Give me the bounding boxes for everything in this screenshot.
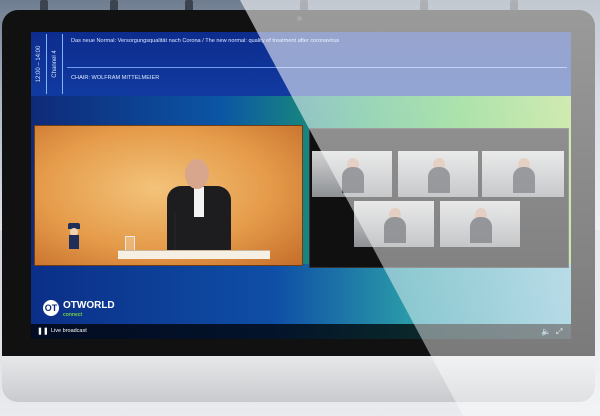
participant-tile	[398, 151, 478, 197]
mascot-figurine	[68, 223, 80, 249]
logo-mark: OT	[43, 300, 59, 316]
microphone	[174, 212, 176, 252]
volume-icon[interactable]: 🔈	[541, 326, 551, 337]
monitor-chin	[2, 356, 595, 402]
lectern	[118, 250, 270, 259]
channel-label: Channel 4	[52, 50, 58, 78]
stream-screen: 12:00 – 14:00 Channel 4 Das neue Normal:…	[31, 32, 571, 339]
monitor-bezel: 12:00 – 14:00 Channel 4 Das neue Normal:…	[2, 10, 595, 356]
chair-label: CHAIR: WOLFRAM MITTELMEIER	[71, 75, 160, 81]
header-divider	[67, 67, 567, 68]
speaker-head	[185, 159, 209, 189]
live-label: Live broadcast	[51, 328, 87, 334]
participant-tile	[482, 151, 564, 197]
participant-tile	[440, 201, 520, 247]
pause-icon[interactable]: ❚❚	[37, 328, 49, 336]
monitor: 12:00 – 14:00 Channel 4 Das neue Normal:…	[2, 10, 595, 402]
speaker-shirt	[194, 187, 204, 217]
video-call-grid	[309, 128, 569, 268]
player-controls: ❚❚ Live broadcast 🔈 ⤢	[31, 324, 571, 339]
logo-text: OTWORLD	[63, 300, 115, 311]
speaker-video	[34, 125, 303, 266]
session-header: 12:00 – 14:00 Channel 4 Das neue Normal:…	[31, 32, 571, 96]
time-column: 12:00 – 14:00	[33, 34, 47, 94]
fullscreen-icon[interactable]: ⤢	[556, 326, 562, 337]
time-range: 12:00 – 14:00	[36, 45, 42, 83]
otworld-logo: OT OTWORLD connect	[43, 298, 133, 324]
channel-column: Channel 4	[49, 34, 63, 94]
session-title: Das neue Normal: Versorgungsqualität nac…	[71, 38, 340, 44]
participant-tile	[312, 151, 392, 197]
participant-tile	[354, 201, 434, 247]
logo-subtitle: connect	[63, 312, 83, 318]
camera-dot	[297, 16, 302, 21]
